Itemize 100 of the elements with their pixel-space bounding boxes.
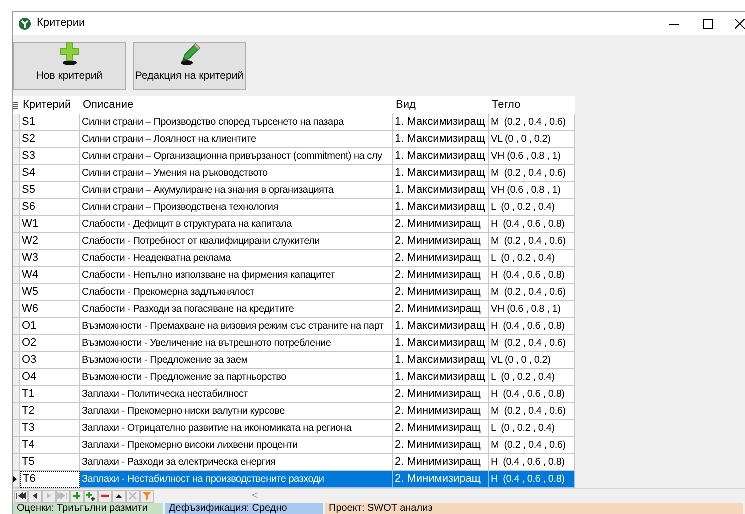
table-cell: Заплахи - Прекомерно високи лихвени проценти — [80, 437, 393, 454]
table-cell: Възможности - Предложение за партньорство — [80, 369, 393, 386]
table-cell: Силни страни – Лоялност на клиентите — [80, 131, 393, 148]
table-cell: 2. Минимизиращ — [393, 284, 489, 301]
plus-icon — [58, 42, 80, 66]
table-cell: O2 — [20, 335, 80, 352]
table-cell: 2. Минимизиращ — [393, 403, 489, 420]
table-cell: H (0.4 , 0.6 , 0.8) — [489, 267, 575, 284]
table-cell: Заплахи - Прекомерно ниски валутни курсове — [80, 403, 393, 420]
row-indicator[interactable] — [13, 471, 20, 488]
table-cell: W4 — [20, 267, 80, 284]
app-icon — [19, 18, 31, 30]
table-cell: Силни страни – Умения на ръководството — [80, 165, 393, 182]
table-cell: M (0.2 , 0.4 , 0.6) — [489, 114, 575, 131]
append-record-icon — [85, 491, 97, 501]
table-cell: Силни страни – Организационна привързаност (commitment) на слу — [80, 148, 393, 165]
cancel-icon — [127, 491, 139, 501]
columns-icon[interactable] — [13, 102, 18, 108]
append-record-button[interactable] — [84, 490, 98, 502]
table-cell: M (0.2 , 0.4 , 0.6) — [489, 335, 575, 352]
table-cell: W5 — [20, 284, 80, 301]
table-cell: W1 — [20, 216, 80, 233]
table-cell: S2 — [20, 131, 80, 148]
delete-record-button[interactable] — [98, 490, 112, 502]
table-cell: 1. Максимизиращ — [393, 318, 489, 335]
status-panel: Дефъзификация: Средно — [165, 503, 323, 514]
table-cell: T6 — [20, 471, 80, 488]
table-cell: VH (0.6 , 0.8 , 1) — [489, 301, 575, 318]
table-cell: 2. Минимизиращ — [393, 250, 489, 267]
table-cell: Слабости - Непълно използване на фирмения капацитет — [80, 267, 393, 284]
table-cell: Възможности - Премахване на визовия режим със страните на парт — [80, 318, 393, 335]
maximize-icon — [703, 18, 713, 28]
table-cell: H (0.4 , 0.6 , 0.8) — [489, 471, 575, 488]
table-cell: H (0.4 , 0.6 , 0.8) — [489, 318, 575, 335]
table-cell: Слабости - Разходи за погасяване на кредитите — [80, 301, 393, 318]
table-cell: Заплахи - Политическа нестабилност — [80, 386, 393, 403]
status-panel: Проект: SWOT анализ — [325, 503, 743, 514]
table-cell: M (0.2 , 0.4 , 0.6) — [489, 233, 575, 250]
table-cell: 2. Минимизиращ — [393, 216, 489, 233]
table-cell: 1. Максимизиращ — [393, 114, 489, 131]
table-cell: VL (0 , 0 , 0.2) — [489, 352, 575, 369]
move-up-button[interactable] — [112, 490, 126, 502]
table-cell: VH (0.6 , 0.8 , 1) — [489, 148, 575, 165]
insert-record-icon — [71, 491, 83, 501]
table-cell: T3 — [20, 420, 80, 437]
table-cell: S1 — [20, 114, 80, 131]
table-cell: M (0.2 , 0.4 , 0.6) — [489, 437, 575, 454]
new-criterion-button[interactable]: Нов критерий — [13, 42, 126, 90]
table-cell: H (0.4 , 0.6 , 0.8) — [489, 386, 575, 403]
table-cell: 1. Максимизиращ — [393, 165, 489, 182]
table-cell: 2. Минимизиращ — [393, 386, 489, 403]
table-cell: 2. Минимизиращ — [393, 267, 489, 284]
first-record-button[interactable] — [14, 490, 28, 502]
table-cell: 1. Максимизиращ — [393, 335, 489, 352]
edit-criterion-button[interactable]: Редакция на критерий — [133, 42, 246, 90]
last-record-icon — [57, 491, 69, 501]
first-record-icon — [15, 491, 27, 501]
table-cell: 1. Максимизиращ — [393, 182, 489, 199]
table-cell: 1. Максимизиращ — [393, 199, 489, 216]
table-cell: Възможности - Предложение за заем — [80, 352, 393, 369]
table-cell: W2 — [20, 233, 80, 250]
status-panel: Оценки: Триъгълни размити — [13, 503, 163, 514]
table-cell: O4 — [20, 369, 80, 386]
column-header[interactable]: Тегло — [489, 96, 575, 114]
table-cell: T4 — [20, 437, 80, 454]
table-cell: L (0 , 0.2 , 0.4) — [489, 420, 575, 437]
table-cell: Заплахи - Отрицателно развитие на икономиката на региона — [80, 420, 393, 437]
table-cell: S3 — [20, 148, 80, 165]
table-cell: S6 — [20, 199, 80, 216]
table-cell: S4 — [20, 165, 80, 182]
table-cell: 2. Минимизиращ — [393, 437, 489, 454]
filter-button[interactable] — [140, 490, 154, 502]
table-cell: Възможности - Увеличение на вътрешното потребление — [80, 335, 393, 352]
table-cell: W3 — [20, 250, 80, 267]
table-cell: 2. Минимизиращ — [393, 233, 489, 250]
close-icon — [735, 18, 745, 28]
table-cell: Слабости - Потребност от квалифицирани служители — [80, 233, 393, 250]
window-title: Критерии — [37, 16, 86, 32]
table-cell: S5 — [20, 182, 80, 199]
table-cell: 2. Минимизиращ — [393, 471, 489, 488]
table-cell: 1. Максимизиращ — [393, 352, 489, 369]
table-cell: M (0.2 , 0.4 , 0.6) — [489, 403, 575, 420]
table-cell: VL (0 , 0 , 0.2) — [489, 131, 575, 148]
table-cell: M (0.2 , 0.4 , 0.6) — [489, 284, 575, 301]
table-cell: Силни страни – Акумулиране на знания в организацията — [80, 182, 393, 199]
table-cell: O3 — [20, 352, 80, 369]
table-cell: Слабости - Дефицит в структурата на капитала — [80, 216, 393, 233]
table-cell: 1. Максимизиращ — [393, 369, 489, 386]
column-header[interactable]: Описание — [80, 96, 393, 114]
table-cell: 1. Максимизиращ — [393, 131, 489, 148]
table-cell: M (0.2 , 0.4 , 0.6) — [489, 165, 575, 182]
table-cell: Силни страни – Производство според търсенето на пазара — [80, 114, 393, 131]
column-header[interactable]: Вид — [393, 96, 489, 114]
column-header[interactable]: Критерий — [20, 96, 80, 114]
filter-icon — [141, 491, 153, 501]
table-cell: Заплахи - Нестабилност на производствените разходи — [80, 471, 393, 488]
table-cell: T1 — [20, 386, 80, 403]
previous-record-button[interactable] — [28, 490, 42, 502]
table-cell: 1. Максимизиращ — [393, 148, 489, 165]
table-cell: Слабости - Прекомерна задлъжнялост — [80, 284, 393, 301]
